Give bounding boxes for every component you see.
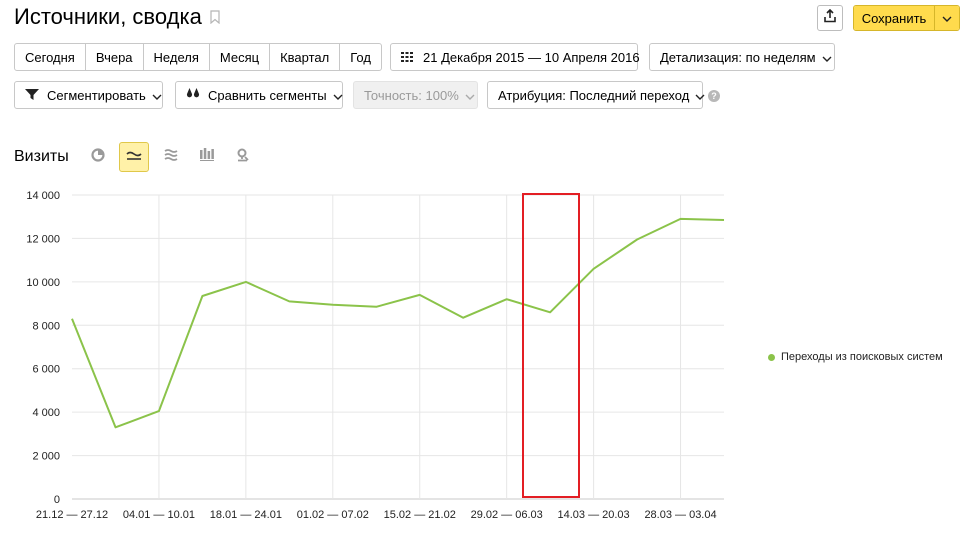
x-tick-label: 18.01 — 24.01 — [210, 509, 282, 521]
chevron-down-icon — [695, 88, 705, 103]
pie-chart-button[interactable] — [83, 142, 113, 172]
period-quarter[interactable]: Квартал — [270, 44, 341, 70]
help-icon[interactable]: ? — [708, 90, 720, 102]
date-range-button[interactable]: 21 Декабря 2015 — 10 Апреля 2016 — [390, 43, 640, 71]
period-week[interactable]: Неделя — [144, 44, 210, 70]
pie-icon — [91, 147, 105, 167]
detail-dropdown[interactable]: Детализация: по неделям — [649, 43, 835, 71]
y-tick-label: 12 000 — [26, 233, 60, 245]
y-tick-label: 10 000 — [26, 277, 60, 289]
accuracy-text: Точность: 100% — [364, 87, 459, 103]
x-tick-label: 01.02 — 07.02 — [297, 509, 369, 521]
x-tick-label: 04.01 — 10.01 — [123, 509, 195, 521]
line-chart-icon — [126, 148, 142, 166]
page-title: Источники, сводка — [14, 4, 220, 30]
period-selector: Сегодня Вчера Неделя Месяц Квартал Год — [14, 43, 382, 71]
y-tick-label: 4 000 — [32, 407, 60, 419]
filter-icon — [25, 88, 39, 103]
period-month[interactable]: Месяц — [210, 44, 271, 70]
legend-series-marker — [768, 353, 775, 361]
chevron-down-icon — [822, 50, 832, 65]
save-button[interactable]: Сохранить — [854, 6, 934, 30]
chart-metric-label: Визиты — [14, 148, 69, 165]
chevron-down-icon — [333, 88, 343, 103]
map-icon — [236, 148, 250, 167]
area-chart-icon — [164, 148, 178, 166]
compare-icon — [186, 87, 200, 103]
bar-chart-button[interactable] — [192, 142, 222, 172]
period-year[interactable]: Год — [340, 44, 381, 70]
y-tick-label: 6 000 — [32, 364, 60, 376]
bookmark-icon[interactable] — [210, 10, 220, 24]
compare-segments-dropdown[interactable]: Сравнить сегменты — [175, 81, 343, 109]
y-tick-label: 8 000 — [32, 320, 60, 332]
map-chart-button[interactable] — [228, 142, 258, 172]
attribution-text: Атрибуция: Последний переход — [498, 87, 690, 103]
period-yesterday[interactable]: Вчера — [86, 44, 144, 70]
attribution-dropdown[interactable]: Атрибуция: Последний переход — [487, 81, 705, 109]
bar-chart-icon — [200, 148, 214, 166]
segment-text: Сегментировать — [47, 87, 146, 103]
save-button-group: Сохранить — [853, 5, 960, 31]
export-icon — [823, 8, 837, 28]
save-options-button[interactable] — [934, 6, 959, 30]
x-tick-label: 14.03 — 20.03 — [558, 509, 630, 521]
chevron-down-icon — [465, 88, 475, 103]
y-tick-label: 2 000 — [32, 451, 60, 463]
chevron-down-icon — [152, 88, 162, 103]
segment-dropdown[interactable]: Сегментировать — [14, 81, 163, 109]
x-tick-label: 21.12 — 27.12 — [36, 509, 108, 521]
x-tick-label: 15.02 — 21.02 — [384, 509, 456, 521]
line-chart-button[interactable] — [119, 142, 149, 172]
highlight-annotation-box — [522, 193, 580, 498]
x-tick-label: 28.03 — 03.04 — [644, 509, 716, 521]
accuracy-dropdown: Точность: 100% — [353, 81, 478, 109]
export-button[interactable] — [817, 5, 843, 31]
compare-text: Сравнить сегменты — [208, 87, 327, 103]
period-today[interactable]: Сегодня — [15, 44, 86, 70]
area-chart-button[interactable] — [156, 142, 186, 172]
y-tick-label: 14 000 — [26, 190, 60, 202]
x-tick-label: 29.02 — 06.03 — [471, 509, 543, 521]
chart-legend[interactable]: Переходы из поисковых систем — [768, 351, 943, 363]
detail-text: Детализация: по неделям — [660, 49, 816, 65]
series-line — [71, 217, 725, 429]
chevron-down-icon — [942, 9, 952, 27]
page-title-text: Источники, сводка — [14, 4, 202, 29]
y-tick-label: 0 — [54, 494, 60, 506]
calendar-icon — [401, 50, 413, 65]
visits-line-chart: 0 2 000 4 000 6 000 8 000 10 000 12 000 14 000 2… — [26, 190, 725, 521]
legend-series-label: Переходы из поисковых систем — [781, 351, 943, 363]
date-range-text: 21 Декабря 2015 — 10 Апреля 2016 — [423, 49, 640, 65]
